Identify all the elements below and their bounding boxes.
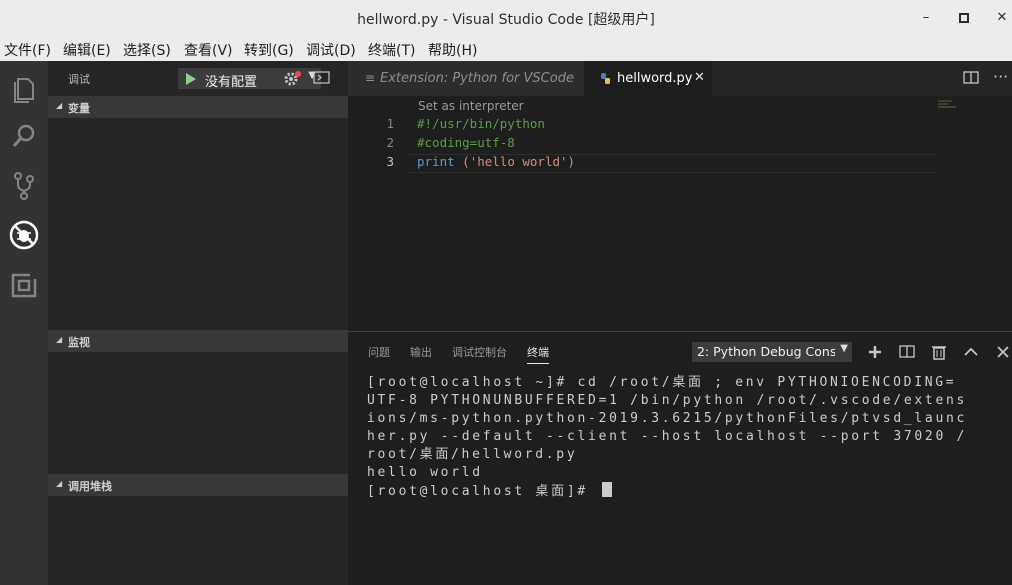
activity-bar: [0, 61, 48, 585]
terminal-line: ions/ms-python.python-2019.3.6215/python…: [367, 411, 968, 426]
sidebar-header: 调试 没有配置 ▼: [48, 61, 348, 96]
panel-tab-debug-console[interactable]: 调试控制台: [452, 344, 507, 360]
terminal-line: UTF-8 PYTHONUNBUFFERED=1 /bin/python /ro…: [367, 393, 968, 408]
line-text: print ('hello world'): [417, 154, 575, 169]
minimap[interactable]: [938, 94, 962, 108]
terminal-line: [root@localhost ~]# cd /root/桌面 ; env PY…: [367, 375, 957, 390]
panel-tab-output[interactable]: 输出: [410, 344, 432, 360]
code-line[interactable]: 1 #!/usr/bin/python: [348, 116, 948, 135]
menu-edit[interactable]: 编辑(E): [63, 40, 111, 60]
debug-config-label: 没有配置: [205, 75, 258, 90]
trash-icon[interactable]: [930, 343, 948, 361]
menu-go[interactable]: 转到(G): [244, 40, 294, 60]
caret-down-icon: ◢: [56, 335, 63, 344]
tab-label: Extension: Python for VSCode: [380, 71, 574, 86]
call-stack-section-header[interactable]: ◢ 调用堆栈: [48, 474, 348, 496]
debug-sidebar: 调试 没有配置 ▼ ◢ 变量 ◢ 监视 ◢ 调用堆栈: [48, 61, 348, 585]
source-control-icon[interactable]: [4, 165, 44, 205]
line-number: 3: [386, 154, 394, 169]
code-line[interactable]: 3 print ('hello world'): [348, 154, 948, 173]
extensions-icon[interactable]: [4, 265, 44, 305]
menu-selection[interactable]: 选择(S): [123, 40, 171, 60]
code-string: ('hello world'): [454, 154, 576, 169]
close-icon[interactable]: ✕: [694, 70, 705, 85]
play-icon[interactable]: [185, 72, 197, 86]
menu-terminal[interactable]: 终端(T): [368, 40, 415, 60]
close-button[interactable]: ✕: [992, 8, 1012, 28]
search-icon[interactable]: [4, 116, 44, 156]
panel-tab-problems[interactable]: 问题: [368, 344, 390, 360]
tab-hellword-py[interactable]: hellword.py ✕: [584, 61, 712, 96]
call-stack-section-label: 调用堆栈: [68, 480, 112, 493]
terminal-line: root/桌面/hellword.py: [367, 447, 578, 462]
gear-icon[interactable]: [282, 69, 302, 89]
watch-section-header[interactable]: ◢ 监视: [48, 330, 348, 352]
more-actions-icon[interactable]: ···: [993, 67, 1008, 86]
editor-area: ≡ Extension: Python for VSCode hellword.…: [348, 61, 1012, 331]
explorer-icon[interactable]: [4, 67, 44, 107]
split-terminal-icon[interactable]: [898, 343, 916, 361]
maximize-button[interactable]: [954, 8, 974, 28]
preview-icon: ≡: [365, 71, 376, 85]
menu-file[interactable]: 文件(F): [4, 40, 51, 60]
variables-section-label: 变量: [68, 102, 90, 115]
terminal-line: her.py --default --client --host localho…: [367, 429, 968, 444]
chevron-up-icon[interactable]: [962, 343, 980, 361]
tab-extension-python[interactable]: ≡ Extension: Python for VSCode: [348, 61, 584, 96]
menu-bar: 文件(F) 编辑(E) 选择(S) 查看(V) 转到(G) 调试(D) 终端(T…: [0, 36, 1012, 61]
codelens-set-interpreter[interactable]: Set as interpreter: [418, 99, 524, 113]
menu-help[interactable]: 帮助(H): [428, 40, 477, 60]
line-number: 2: [386, 135, 394, 150]
caret-down-icon: ◢: [56, 479, 63, 488]
bottom-panel: 问题 输出 调试控制台 终端 2: Python Debug Console ▼…: [348, 331, 1012, 585]
menu-debug[interactable]: 调试(D): [306, 40, 356, 60]
terminal-output[interactable]: [root@localhost ~]# cd /root/桌面 ; env PY…: [367, 374, 997, 500]
terminal-prompt: [root@localhost 桌面]#: [367, 484, 599, 499]
tab-label: hellword.py: [617, 71, 693, 86]
variables-section-body: [48, 118, 348, 329]
terminal-line: hello world: [367, 465, 483, 480]
title-bar: hellword.py - Visual Studio Code [超级用户] …: [0, 0, 1012, 36]
line-number: 1: [386, 116, 394, 131]
terminal-select[interactable]: 2: Python Debug Console ▼: [692, 342, 852, 362]
chevron-down-icon: ▼: [840, 343, 848, 354]
minimize-button[interactable]: –: [916, 8, 936, 28]
code-keyword: print: [417, 154, 455, 169]
terminal-prompt-line: [root@localhost 桌面]#: [367, 482, 997, 500]
menu-view[interactable]: 查看(V): [184, 40, 233, 60]
terminal-cursor: [602, 482, 613, 497]
window-title: hellword.py - Visual Studio Code [超级用户]: [357, 12, 655, 28]
panel-tab-terminal[interactable]: 终端: [527, 344, 549, 364]
code-line[interactable]: 2 #coding=utf-8: [348, 135, 948, 154]
sidebar-title: 调试: [68, 73, 90, 86]
split-editor-icon[interactable]: [963, 70, 981, 86]
debug-console-icon[interactable]: [313, 70, 331, 86]
call-stack-section-body: [48, 496, 348, 585]
watch-section-label: 监视: [68, 336, 90, 349]
close-icon[interactable]: [994, 343, 1012, 361]
variables-section-header[interactable]: ◢ 变量: [48, 96, 348, 118]
debug-icon[interactable]: [4, 215, 44, 255]
new-terminal-icon[interactable]: [866, 343, 884, 361]
line-text: #!/usr/bin/python: [417, 116, 545, 131]
line-text: #coding=utf-8: [417, 135, 515, 150]
watch-section-body: [48, 352, 348, 473]
editor-tab-bar: ≡ Extension: Python for VSCode hellword.…: [348, 61, 1012, 96]
caret-down-icon: ◢: [56, 101, 63, 110]
terminal-select-label: 2: Python Debug Console: [697, 344, 835, 359]
maximize-icon: [959, 13, 969, 23]
python-icon: [600, 71, 611, 87]
